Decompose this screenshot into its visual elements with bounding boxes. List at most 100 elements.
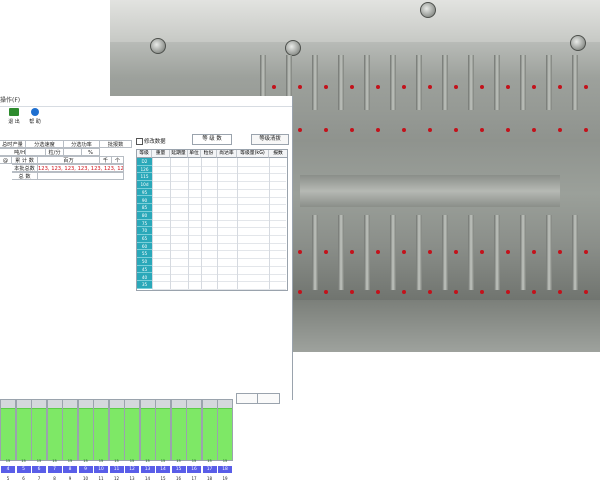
bin-8[interactable]: 15 11 12 [108,399,125,496]
bin-number: 7 [47,466,62,473]
heat-fin [572,55,578,110]
bin-number: 10 [94,466,108,473]
bin-container [201,399,218,461]
grade-row-label[interactable]: 126 [137,166,152,174]
sort-power-value[interactable] [64,148,82,156]
bin-13[interactable]: 15 16 17 [186,399,202,496]
col-report: 报数 [269,150,287,158]
bin-9[interactable]: 15 12 13 [124,399,140,496]
bin-number: 4 [1,466,15,473]
bin-14[interactable]: 15 17 18 [201,399,218,496]
bin-container [46,399,63,461]
bin-6[interactable]: 15 9 10 [77,399,94,496]
grade-table: 等级名 重量 延期量 单位 粒份 尚达率 等级量(kG) 报数 D2126115… [136,149,288,291]
grade-row-label[interactable]: 40 [137,274,152,282]
grid-row-line [152,288,286,290]
bin-3[interactable]: 15 6 7 [31,399,47,496]
bin-1[interactable]: 15 4 5 [0,399,16,496]
bin-11[interactable]: 15 14 15 [155,399,171,496]
grade-row-label[interactable]: 65 [137,235,152,243]
bin-12[interactable]: 15 15 16 [170,399,187,496]
grid-row-line [152,219,286,221]
red-dot [324,290,328,294]
grade-row-label[interactable]: 45 [137,266,152,274]
heat-fin [390,55,396,110]
red-dot [480,250,484,254]
red-dot [506,128,510,132]
red-dot [558,85,562,89]
red-dot [558,290,562,294]
bin-container [155,399,171,461]
grade-row-label[interactable]: 50 [137,258,152,266]
reset-button[interactable]: @ [0,156,12,164]
label-unit-piece: 个 [112,156,124,164]
grade-row-label[interactable]: 10d [137,181,152,189]
red-dot [584,250,588,254]
heat-fin [468,215,474,290]
red-dot [558,128,562,132]
bin-container [62,399,78,461]
col-weight: 重量 [152,150,170,158]
label-sort-power: 分选功率 [64,140,100,148]
bin-7[interactable]: 15 10 11 [93,399,109,496]
bin-fill [171,408,186,460]
bin-fill [156,408,170,460]
bin-number: 14 [156,466,170,473]
heat-fin [520,55,526,110]
unit-ton-per-hour: 吨/H [0,148,26,156]
col-delay: 延期量 [170,150,188,158]
grade-row-label[interactable]: 95 [137,189,152,197]
col-grade-name: 等级名 [137,150,152,164]
col-rate: 尚达率 [217,150,237,158]
bin-number: 9 [78,466,93,473]
red-dot [350,128,354,132]
bin-fill [140,408,155,460]
bin-4[interactable]: 15 7 8 [46,399,63,496]
exit-button[interactable]: 退 出 [5,108,23,126]
red-dot [532,290,536,294]
grade-row-label[interactable]: 85 [137,204,152,212]
grade-clear-button[interactable]: 等级清拨 [251,134,289,145]
bin-sub-label: 5 [6,476,10,481]
bin-top-label: 15 [67,459,73,463]
heat-fin [546,55,552,110]
heat-fin [364,215,370,290]
heat-fin [468,55,474,110]
grade-row-label[interactable]: 55 [137,250,152,259]
red-dot [376,85,380,89]
grade-row-label[interactable]: 60 [137,243,152,251]
bin-number: 8 [63,466,77,473]
bin-5[interactable]: 15 8 9 [62,399,78,496]
heat-fin [494,55,500,110]
grid-row-line [152,165,286,167]
bin-number: 17 [202,466,217,473]
red-dot [350,250,354,254]
grade-row-label[interactable]: 90 [137,197,152,205]
bin-bars: 15 4 5 15 5 6 15 6 7 15 7 8 15 8 9 15 9 10 15 10 11 15 11 12 15 1… [0,399,233,496]
grid-col-line [201,158,202,289]
grade-row-label[interactable]: 70 [137,227,152,235]
grade-row-label[interactable]: 35 [137,281,152,289]
grade-row-label[interactable]: D2 [137,158,152,166]
heat-fin [338,55,344,110]
menu-operate[interactable]: 操作(F) [0,95,20,104]
red-dot [428,85,432,89]
bin-sub-label: 17 [191,476,197,481]
red-dot [506,85,510,89]
grade-row-label[interactable]: 80 [137,212,152,220]
label-batch-total: 本批总数 [12,164,38,172]
grid-row-line [152,265,286,267]
bin-10[interactable]: 15 13 14 [139,399,156,496]
sort-speed-value[interactable] [26,148,46,156]
bin-fill [16,408,31,460]
bin-15[interactable]: 15 18 19 [217,399,233,496]
grade-row-label[interactable]: 75 [137,220,152,228]
bin-top-label: 15 [191,459,197,463]
modify-data-checkbox[interactable] [136,138,143,145]
grade-row-label[interactable]: 115 [137,173,152,182]
bin-2[interactable]: 15 5 6 [15,399,32,496]
help-button[interactable]: 帮 助 [26,108,44,126]
red-dot [480,85,484,89]
bin-container [124,399,140,461]
bolt-icon [150,38,166,54]
